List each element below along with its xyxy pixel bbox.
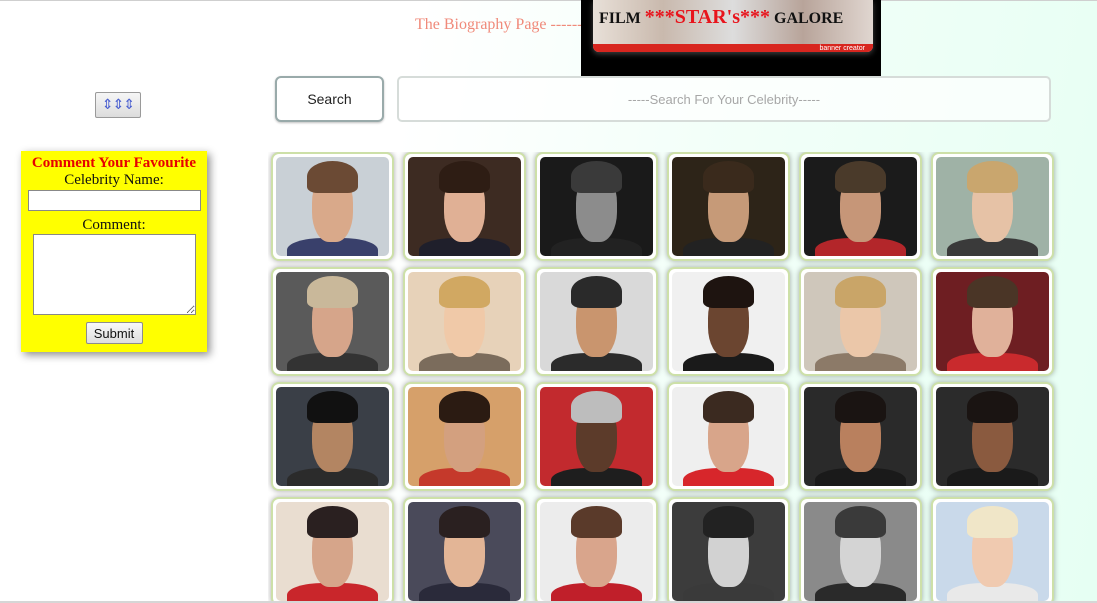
- photo-hair: [306, 275, 359, 308]
- photo-hair: [834, 505, 887, 538]
- celebrity-card[interactable]: [535, 152, 658, 261]
- celebrity-card[interactable]: [667, 267, 790, 376]
- photo-hair: [702, 390, 755, 423]
- banner-word-film: FILM: [599, 10, 641, 27]
- celebrity-name-field[interactable]: [27, 190, 201, 211]
- celebrity-photo: [540, 387, 653, 486]
- photo-hair: [834, 275, 887, 308]
- search-input[interactable]: [397, 76, 1051, 122]
- celebrity-card[interactable]: [931, 267, 1054, 376]
- celebrity-card[interactable]: [799, 497, 922, 601]
- photo-hair: [966, 390, 1019, 423]
- celebrity-card[interactable]: [403, 152, 526, 261]
- celebrity-gallery: [268, 152, 1062, 601]
- photo-hair: [702, 275, 755, 308]
- celebrity-name-label: Celebrity Name:: [64, 172, 164, 188]
- celebrity-photo: [936, 157, 1049, 256]
- photo-hair: [834, 160, 887, 193]
- banner-stars-left: ***: [644, 6, 675, 28]
- comment-form: Comment Your Favourite Celebrity Name: C…: [21, 151, 207, 352]
- photo-hair: [702, 505, 755, 538]
- comment-field[interactable]: [32, 234, 196, 315]
- photo-hair: [306, 160, 359, 193]
- celebrity-card[interactable]: [271, 382, 394, 491]
- celebrity-photo: [276, 272, 389, 371]
- comment-label: Comment:: [82, 217, 146, 233]
- celebrity-photo: [804, 502, 917, 601]
- celebrity-photo: [276, 387, 389, 486]
- search-button[interactable]: Search: [275, 76, 384, 122]
- photo-hair: [306, 390, 359, 423]
- page-title: The Biography Page ------: [415, 16, 583, 33]
- celebrity-card[interactable]: [403, 382, 526, 491]
- photo-hair: [834, 390, 887, 423]
- celebrity-photo: [672, 502, 785, 601]
- celebrity-card[interactable]: [403, 267, 526, 376]
- celebrity-card[interactable]: [799, 152, 922, 261]
- celebrity-photo: [936, 272, 1049, 371]
- celebrity-card[interactable]: [535, 267, 658, 376]
- top-divider: [0, 0, 1097, 1]
- photo-hair: [966, 160, 1019, 193]
- banner-text: FILM ***STAR's*** GALORE: [599, 6, 843, 29]
- celebrity-photo: [408, 387, 521, 486]
- celebrity-card[interactable]: [931, 382, 1054, 491]
- celebrity-photo: [276, 157, 389, 256]
- celebrity-photo: [804, 272, 917, 371]
- celebrity-photo: [540, 272, 653, 371]
- photo-hair: [570, 390, 623, 423]
- photo-hair: [702, 160, 755, 193]
- submit-button[interactable]: Submit: [85, 322, 143, 344]
- celebrity-card[interactable]: [535, 382, 658, 491]
- celebrity-card[interactable]: [271, 152, 394, 261]
- celebrity-photo: [936, 502, 1049, 601]
- celebrity-card[interactable]: [931, 152, 1054, 261]
- celebrity-photo: [804, 157, 917, 256]
- celebrity-photo: [672, 387, 785, 486]
- photo-hair: [570, 275, 623, 308]
- photo-hair: [438, 505, 491, 538]
- photo-hair: [570, 160, 623, 193]
- celebrity-card[interactable]: [931, 497, 1054, 601]
- celebrity-photo: [936, 387, 1049, 486]
- photo-hair: [438, 275, 491, 308]
- banner-word-stars: STAR's: [674, 6, 740, 28]
- photo-hair: [438, 160, 491, 193]
- celebrity-card[interactable]: [799, 382, 922, 491]
- celebrity-card[interactable]: [535, 497, 658, 601]
- celebrity-photo: [672, 272, 785, 371]
- celebrity-photo: [804, 387, 917, 486]
- photo-hair: [966, 275, 1019, 308]
- celebrity-photo: [540, 502, 653, 601]
- celebrity-card[interactable]: [271, 267, 394, 376]
- banner-stars-right: ***: [740, 6, 770, 28]
- banner-credit: banner creator: [819, 45, 865, 52]
- celebrity-card[interactable]: [667, 152, 790, 261]
- photo-hair: [966, 505, 1019, 538]
- celebrity-card[interactable]: [667, 497, 790, 601]
- photo-hair: [306, 505, 359, 538]
- photo-hair: [570, 505, 623, 538]
- celebrity-photo: [540, 157, 653, 256]
- banner-word-galore: GALORE: [774, 10, 844, 27]
- celebrity-photo: [672, 157, 785, 256]
- comment-form-title: Comment Your Favourite: [31, 155, 197, 171]
- celebrity-photo: [408, 272, 521, 371]
- celebrity-card[interactable]: [403, 497, 526, 601]
- celebrity-card[interactable]: [799, 267, 922, 376]
- photo-hair: [438, 390, 491, 423]
- celebrity-card[interactable]: [271, 497, 394, 601]
- toggle-button[interactable]: ⇕⇕⇕: [95, 92, 141, 118]
- banner: FILM ***STAR's*** GALORE banner creator: [581, 0, 881, 76]
- celebrity-card[interactable]: [667, 382, 790, 491]
- banner-image: FILM ***STAR's*** GALORE banner creator: [593, 0, 873, 52]
- celebrity-photo: [408, 502, 521, 601]
- celebrity-photo: [408, 157, 521, 256]
- celebrity-photo: [276, 502, 389, 601]
